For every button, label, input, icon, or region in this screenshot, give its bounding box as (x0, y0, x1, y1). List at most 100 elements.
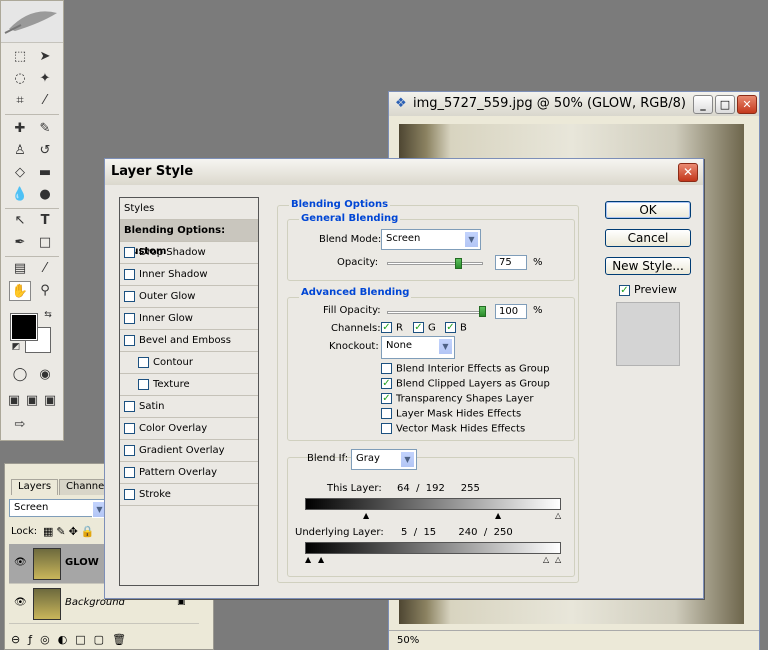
notes-tool-icon[interactable]: ▤ (9, 259, 31, 279)
style-item-checkbox[interactable] (124, 290, 135, 302)
fill-opacity-slider-track[interactable] (387, 311, 483, 314)
underlying-white-slider-right[interactable]: △ (555, 556, 561, 564)
advanced-option[interactable]: Blend Interior Effects as Group (381, 363, 549, 375)
style-item[interactable]: Inner Glow (120, 308, 258, 330)
advanced-option-checkbox[interactable] (381, 408, 392, 419)
advanced-option[interactable]: Layer Mask Hides Effects (381, 408, 521, 420)
new-style-button[interactable]: New Style... (605, 257, 691, 275)
eyedropper-icon[interactable]: ⁄ (34, 259, 56, 279)
channel-b-checkbox[interactable]: ✓ (445, 322, 456, 333)
channel-b[interactable]: ✓ B (445, 322, 467, 334)
this-layer-white-end-slider[interactable]: △ (555, 512, 561, 520)
style-item[interactable]: Outer Glow (120, 286, 258, 308)
hand-tool-icon[interactable]: ✋ (9, 281, 31, 301)
layer-blend-mode-select[interactable]: Screen ▼ (9, 499, 109, 518)
healing-brush-icon[interactable]: ✚ (9, 119, 31, 139)
style-item[interactable]: Bevel and Emboss (120, 330, 258, 352)
style-item[interactable]: Gradient Overlay (120, 440, 258, 462)
advanced-option[interactable]: ✓ Transparency Shapes Layer (381, 393, 533, 405)
style-item[interactable]: Texture (120, 374, 258, 396)
standard-mode-icon[interactable]: ◯ (9, 365, 31, 385)
opacity-input[interactable]: 75 (495, 255, 527, 270)
channel-r-checkbox[interactable]: ✓ (381, 322, 392, 333)
style-item[interactable]: Contour (120, 352, 258, 374)
blend-mode-select[interactable]: Screen ▼ (381, 229, 481, 250)
channel-r[interactable]: ✓ R (381, 322, 403, 334)
close-document-button[interactable]: ✕ (737, 95, 757, 114)
style-item-checkbox[interactable] (124, 488, 135, 500)
underlying-black-slider-left[interactable]: ▲ (305, 556, 311, 564)
channel-g[interactable]: ✓ G (413, 322, 436, 334)
preview-toggle[interactable]: ✓ Preview (619, 283, 677, 296)
underlying-white-slider-left[interactable]: △ (543, 556, 549, 564)
this-layer-white-slider[interactable]: ▲ (495, 512, 501, 520)
ok-button[interactable]: OK (605, 201, 691, 219)
style-item[interactable]: Pattern Overlay (120, 462, 258, 484)
style-item[interactable]: Drop Shadow (120, 242, 258, 264)
jump-to-imageready-icon[interactable]: ⇨ (9, 415, 31, 435)
magic-wand-icon[interactable]: ✦ (34, 69, 56, 89)
shape-tool-icon[interactable]: □ (34, 233, 56, 253)
dodge-tool-icon[interactable]: ● (34, 185, 56, 205)
lock-icons[interactable]: ▦✎✥🔒 (43, 525, 98, 538)
preview-checkbox[interactable]: ✓ (619, 284, 630, 296)
clone-stamp-icon[interactable]: ♙ (9, 141, 31, 161)
tab-layers[interactable]: Layers (11, 479, 59, 495)
style-item[interactable]: Stroke (120, 484, 258, 506)
history-brush-icon[interactable]: ↺ (34, 141, 56, 161)
opacity-slider-track[interactable] (387, 262, 483, 265)
screen-mode-full-icon[interactable]: ▣ (41, 391, 59, 411)
eraser-tool-icon[interactable]: ◇ (9, 163, 31, 183)
path-selection-icon[interactable]: ↖ (9, 211, 31, 231)
advanced-option-checkbox[interactable] (381, 363, 392, 374)
advanced-option-checkbox[interactable] (381, 423, 392, 434)
quick-mask-mode-icon[interactable]: ◉ (34, 365, 56, 385)
eye-icon[interactable]: 👁 (14, 597, 27, 608)
advanced-option[interactable]: Vector Mask Hides Effects (381, 423, 525, 435)
style-item[interactable]: Color Overlay (120, 418, 258, 440)
zoom-level[interactable]: 50% (397, 635, 419, 646)
swap-colors-icon[interactable]: ⇆ (37, 305, 59, 325)
dialog-title[interactable]: Layer Style (105, 159, 703, 185)
layers-panel-footer-icons[interactable]: ⊖ƒ◎◐□▢🗑 (11, 633, 134, 646)
style-item-checkbox[interactable] (138, 356, 149, 368)
default-colors-icon[interactable]: ◩ (5, 337, 27, 357)
opacity-slider-thumb[interactable] (455, 258, 462, 269)
screen-mode-standard-icon[interactable]: ▣ (5, 391, 23, 411)
style-item-checkbox[interactable] (124, 312, 135, 324)
this-layer-black-slider[interactable]: ▲ (363, 512, 369, 520)
style-item-checkbox[interactable] (124, 444, 135, 456)
advanced-option[interactable]: ✓ Blend Clipped Layers as Group (381, 378, 550, 390)
crop-tool-icon[interactable]: ⌗ (9, 91, 31, 111)
zoom-tool-icon[interactable]: ⚲ (34, 281, 56, 301)
underlying-black-slider-right[interactable]: ▲ (318, 556, 324, 564)
move-tool-icon[interactable]: ➤ (34, 47, 56, 67)
blur-tool-icon[interactable]: 💧 (9, 185, 31, 205)
styles-header[interactable]: Styles (120, 198, 258, 220)
style-item-checkbox[interactable] (124, 466, 135, 478)
channel-g-checkbox[interactable]: ✓ (413, 322, 424, 333)
style-item[interactable]: Satin (120, 396, 258, 418)
eye-icon[interactable]: 👁 (14, 557, 27, 568)
cancel-button[interactable]: Cancel (605, 229, 691, 247)
knockout-select[interactable]: None ▼ (381, 336, 455, 359)
maximize-button[interactable]: □ (715, 95, 735, 114)
style-item-checkbox[interactable] (124, 246, 135, 258)
fill-opacity-input[interactable]: 100 (495, 304, 527, 319)
style-item-checkbox[interactable] (124, 268, 135, 280)
advanced-option-checkbox[interactable]: ✓ (381, 393, 392, 404)
lasso-tool-icon[interactable]: ◌ (9, 69, 31, 89)
blend-if-select[interactable]: Gray ▼ (351, 449, 417, 470)
style-item-checkbox[interactable] (124, 334, 135, 346)
style-item-checkbox[interactable] (138, 378, 149, 390)
fill-opacity-slider-thumb[interactable] (479, 306, 486, 317)
marquee-tool-icon[interactable]: ⬚ (9, 47, 31, 67)
brush-tool-icon[interactable]: ✎ (34, 119, 56, 139)
style-item-checkbox[interactable] (124, 400, 135, 412)
advanced-option-checkbox[interactable]: ✓ (381, 378, 392, 389)
gradient-tool-icon[interactable]: ▬ (34, 163, 56, 183)
pen-tool-icon[interactable]: ✒ (9, 233, 31, 253)
slice-tool-icon[interactable]: ⁄ (34, 91, 56, 111)
style-item-checkbox[interactable] (124, 422, 135, 434)
screen-mode-full-menu-icon[interactable]: ▣ (23, 391, 41, 411)
